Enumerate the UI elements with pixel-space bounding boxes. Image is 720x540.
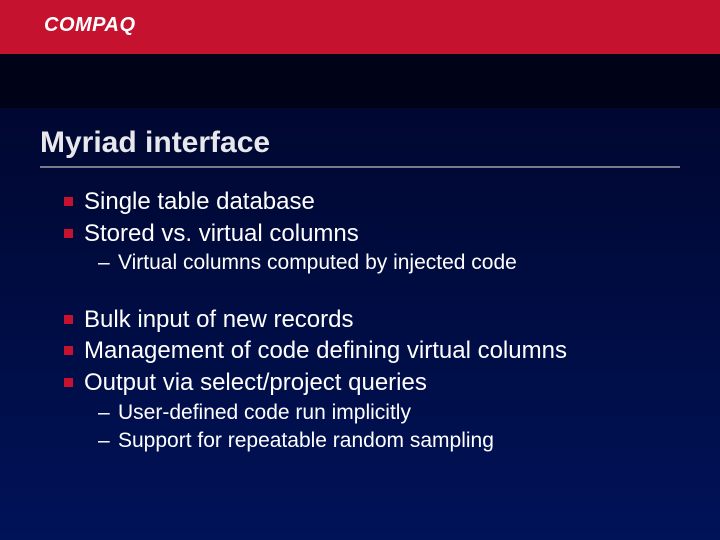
bullet-item: Stored vs. virtual columns [40, 218, 680, 250]
bullet-item: Single table database [40, 186, 680, 218]
bullet-group-2: Bulk input of new records Management of … [40, 304, 680, 399]
bullet-group-1: Single table database Stored vs. virtual… [40, 186, 680, 249]
bullet-item: Management of code defining virtual colu… [40, 335, 680, 367]
header-dark-band [0, 54, 720, 108]
title-underline [40, 166, 680, 168]
sub-bullet-group-1: Virtual columns computed by injected cod… [40, 249, 680, 277]
slide-title: Myriad interface [40, 126, 680, 160]
bullet-item: Output via select/project queries [40, 367, 680, 399]
slide: COMPAQ Myriad interface Single table dat… [0, 0, 720, 540]
header-bar: COMPAQ [0, 0, 720, 54]
bullet-item: Bulk input of new records [40, 304, 680, 336]
sub-bullet-item: Support for repeatable random sampling [40, 427, 680, 455]
sub-bullet-item: User-defined code run implicitly [40, 399, 680, 427]
brand-logo: COMPAQ [44, 14, 136, 37]
content-area: Myriad interface Single table database S… [0, 108, 720, 455]
spacer [40, 278, 680, 304]
sub-bullet-item: Virtual columns computed by injected cod… [40, 249, 680, 277]
sub-bullet-group-2: User-defined code run implicitly Support… [40, 399, 680, 456]
